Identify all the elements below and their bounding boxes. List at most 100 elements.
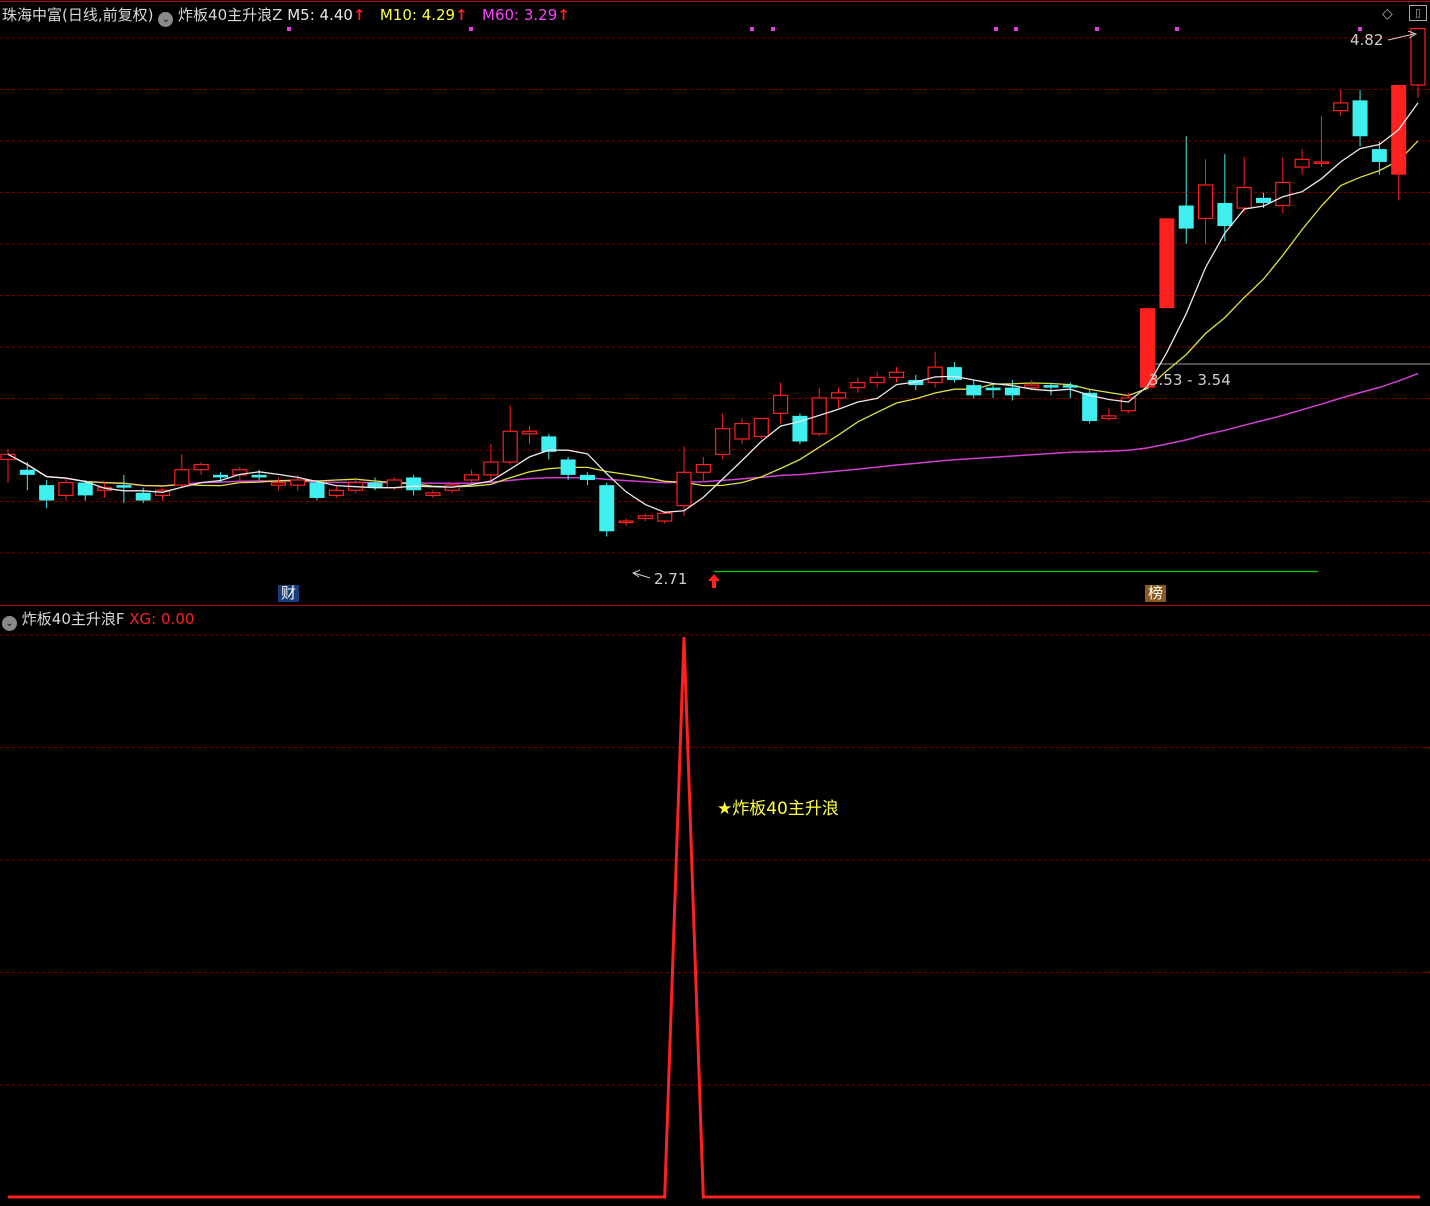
signal-dot [1014,27,1018,31]
candle-body [1333,102,1349,112]
candle-body [58,481,74,496]
candle-body [1410,27,1426,86]
candle-body [290,479,306,486]
candle-body [19,469,35,475]
ma60-line [7,372,1419,487]
candle-body [1197,184,1214,219]
chevron-down-icon[interactable]: ⌄ [158,12,174,27]
low-price-label: 2.71 [654,570,688,588]
buy-arrow-icon [708,574,720,588]
bottom-grid [0,634,1430,1086]
candle-body [888,371,905,378]
xg-value: 0.00 [161,610,195,628]
ma10-value: 4.29 [421,6,456,24]
signal-label: ★炸板40主升浪 [717,799,839,819]
candle-body [1043,385,1059,388]
candle-body [1313,161,1330,165]
price-band-label: 3.53 - 3.54 [1149,371,1231,389]
candle-body [830,392,847,399]
candle-body [77,482,93,496]
finance-badge[interactable]: 财 [278,585,300,602]
candle-body [753,417,769,437]
ma60-label: M60: [482,6,520,24]
top-header: 珠海中富(日线,前复权) ⌄ 炸板40主升浪Z M5: 4.40↑ M10: 4… [2,6,570,27]
candle-body [599,485,615,532]
candle-body [869,376,885,384]
rank-badge[interactable]: 榜 [1145,585,1167,602]
candle-body [1004,387,1020,396]
candle-body [927,366,943,384]
diamond-icon[interactable]: ◇ [1382,6,1393,22]
candle-body [695,464,711,473]
candle-body [116,485,132,488]
xg-label: XG: [129,610,157,628]
high-price-label: 4.82 [1350,31,1384,49]
candle-body [637,515,653,520]
signal-dot [771,27,775,31]
signal-dot [287,27,291,31]
candle-body [1120,397,1136,412]
ma5-up-arrow-icon: ↑ [352,6,366,24]
candle-body [715,428,731,455]
candle-body [135,492,151,501]
signal-dot [750,27,754,31]
ma5-path [7,102,1419,513]
candle-body [1236,186,1252,209]
ma5-label: M5: [287,6,315,24]
candle-body [212,474,228,478]
candle-body [39,485,55,501]
candle-body [985,387,1001,391]
candle-body [1371,149,1387,162]
stock-title[interactable]: 珠海中富(日线,前复权) [2,6,153,24]
candle-body [463,474,480,481]
candle-body [773,394,789,414]
candle-body [193,464,209,471]
window-toggle-icon[interactable]: ▯ [1409,5,1427,21]
ma10-up-arrow-icon: ↑ [455,6,468,24]
candle-body [1294,158,1310,168]
candlesticks [0,27,1426,537]
candle-body [1178,205,1194,229]
bottom-header: ⌄ 炸板40主升浪F XG: 0.00 [2,610,194,631]
candle-body [618,520,634,524]
candle-body [676,471,692,507]
ma60-value: 3.29 [523,6,558,24]
signal-dot [1095,27,1099,31]
candle-body [966,385,982,396]
candle-body [1101,415,1117,420]
candle-body [174,469,190,486]
signal-dot [469,27,473,31]
candle-body [1255,197,1271,203]
top-signal-dots [287,27,1362,31]
candle-body [328,489,344,496]
candle-body [483,461,499,476]
ma60-up-arrow-icon: ↑ [557,6,570,24]
candle-body [541,436,557,452]
ma60-path [7,372,1419,487]
bottom-indicator-title[interactable]: 炸板40主升浪F [22,610,125,628]
ma5-line [7,102,1419,513]
candle-body [521,430,538,435]
xg-indicator-line [8,636,1420,1199]
candle-body [1024,384,1040,389]
signal-dot [994,27,998,31]
chevron-down-icon[interactable]: ⌄ [2,616,17,631]
candle-body [1062,385,1078,388]
candle-body [560,459,576,475]
candle-body [734,422,750,440]
candle-body [406,477,422,491]
candle-body [309,482,325,498]
candle-body [1275,181,1291,207]
ma5-value: 4.40 [319,6,353,24]
low-pointer-icon [631,569,651,579]
candle-body [579,474,595,480]
candle-body [270,481,287,486]
kline-chart-canvas [0,1,1430,1199]
indicator-title[interactable]: 炸板40主升浪Z [178,6,282,24]
candle-body [657,512,673,522]
candle-body [1352,100,1368,137]
candle-body [850,381,866,389]
signal-dot [1175,27,1179,31]
candle-body [1159,218,1175,309]
candle-body [251,474,267,478]
